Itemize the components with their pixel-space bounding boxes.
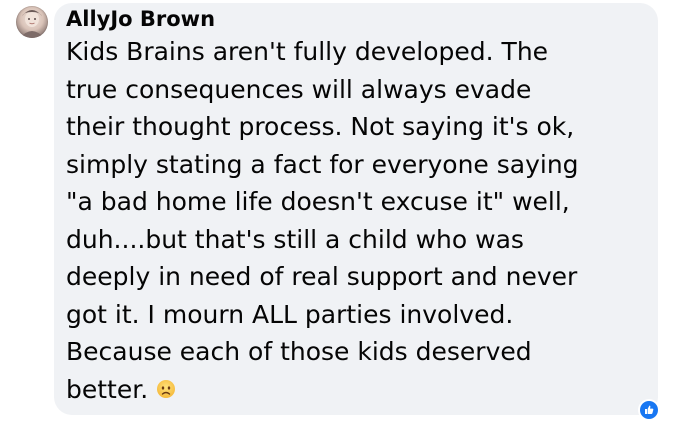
comment-line: simply stating a fact for everyone sayin… — [66, 149, 579, 179]
comment-bubble: AllyJo Brown Kids Brains aren't fully de… — [54, 3, 658, 415]
comment-last-line: better. — [66, 371, 651, 409]
author-name[interactable]: AllyJo Brown — [66, 7, 215, 31]
sad-face-emoji-icon — [156, 379, 176, 399]
avatar[interactable] — [16, 6, 48, 38]
comment-line: Kids Brains aren't fully developed. The — [66, 37, 549, 66]
comment-line: their thought process. Not saying it's o… — [66, 112, 575, 141]
comment-line: true consequences will always evade — [66, 74, 532, 104]
like-reaction-icon[interactable] — [640, 401, 658, 419]
comment-line: Because each of those kids deserved — [66, 337, 532, 366]
comment-line-text: better. — [66, 374, 149, 404]
comment-line: got it. I mourn ALL parties involved. — [66, 299, 514, 329]
comment-text: Kids Brains aren't fully developed. The … — [66, 33, 651, 408]
comment-line: "a bad home life doesn't excuse it" well… — [66, 187, 570, 216]
comment-line: deeply in need of real support and never — [66, 262, 578, 291]
comment: AllyJo Brown Kids Brains aren't fully de… — [0, 0, 700, 426]
avatar-photo-icon — [20, 10, 44, 38]
comment-line: duh....but that's still a child who was — [66, 224, 524, 254]
